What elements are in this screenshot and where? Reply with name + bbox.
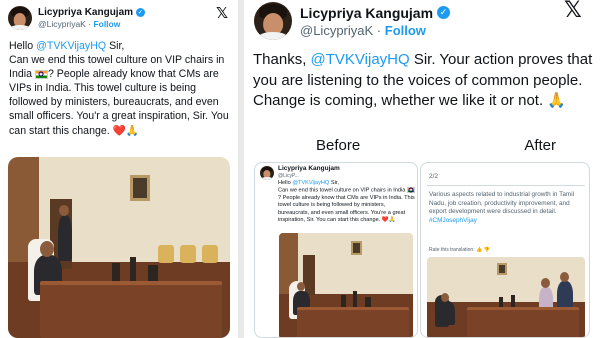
pray-emoji: 🙏 — [547, 92, 567, 109]
sir-text: Sir, — [106, 40, 125, 52]
follow-button[interactable]: Follow — [385, 23, 426, 38]
thread-page-indicator: 2/2 — [429, 173, 439, 180]
hashtag-link: #CMJosephVijay — [429, 216, 477, 224]
after-label: After — [524, 137, 556, 154]
left-tweet-card: Licypriya Kangujam ✓ @LicypriyaK · Follo… — [0, 0, 238, 338]
embed-emoji: ❤️🙏 — [381, 216, 396, 223]
right-tweet-card: Licypriya Kangujam ✓ @LicypriyaK · Follo… — [244, 0, 600, 338]
left-tweet-header: Licypriya Kangujam ✓ @LicypriyaK · Follo… — [8, 6, 146, 30]
embed-before-photo — [279, 233, 413, 337]
embed-avatar — [260, 166, 274, 180]
embed-sir: Sir, — [329, 180, 339, 186]
embed-after-photo — [427, 257, 585, 337]
embed-body-1: Can we end this towel culture on VIP cha… — [278, 187, 406, 194]
embedded-tweet-after[interactable]: 2/2 Various aspects related to industria… — [420, 162, 590, 338]
right-tweet-header: Licypriya Kangujam ✓ @LicypriyaK · Follo… — [254, 2, 451, 40]
embed-mention: @TVKVijayHQ — [292, 180, 330, 186]
left-tweet-body: Hello @TVKVijayHQ Sir, Can we end this t… — [9, 39, 235, 138]
india-flag-icon — [406, 187, 415, 194]
before-label: Before — [316, 137, 361, 154]
greeting-text: Hello — [9, 40, 37, 52]
separator-dot: · — [88, 19, 92, 29]
rate-translation: Rate this translation: 👍 👎 — [429, 247, 490, 253]
thanks-text: Thanks, — [253, 51, 311, 68]
embedded-tweet-before[interactable]: Licypriya Kangujam @LicyP... Hello @TVKV… — [254, 162, 418, 338]
author-avatar[interactable] — [254, 2, 292, 40]
embed-author-name: Licypriya Kangujam — [278, 165, 340, 172]
mention-link[interactable]: @TVKVijayHQ — [311, 51, 410, 68]
embed-handle: @LicyP... — [278, 173, 299, 179]
translated-text: Various aspects related to industrial gr… — [429, 191, 575, 216]
separator-dot: · — [376, 22, 382, 38]
verified-badge-icon: ✓ — [437, 6, 451, 19]
right-tweet-body: Thanks, @TVKVijayHQ Sir. Your action pro… — [253, 50, 597, 112]
follow-button[interactable]: Follow — [93, 19, 120, 29]
rate-translation-label: Rate this translation: — [429, 247, 475, 253]
verified-badge-icon: ✓ — [136, 8, 146, 17]
mention-link[interactable]: @TVKVijayHQ — [36, 40, 106, 52]
author-handle[interactable]: @LicypriyaK — [300, 23, 373, 38]
heart-pray-emoji: ❤️🙏 — [112, 124, 140, 137]
x-logo-icon[interactable]: 𝕏 — [564, 0, 582, 23]
author-avatar[interactable] — [8, 6, 32, 30]
embed-divider — [427, 185, 585, 186]
office-before-photo[interactable] — [8, 157, 230, 338]
thumbs-up-icon: 👍 — [475, 247, 483, 253]
india-flag-icon — [34, 69, 48, 79]
embed-after-body: Various aspects related to industrial gr… — [429, 191, 585, 225]
author-name[interactable]: Licypriya Kangujam — [300, 5, 433, 21]
embed-body: Hello @TVKVijayHQ Sir, Can we end this t… — [278, 180, 415, 224]
embed-greeting: Hello — [278, 180, 293, 186]
comparison-labels: Before After — [316, 137, 556, 154]
author-handle[interactable]: @LicypriyaK — [38, 19, 86, 29]
x-logo-icon[interactable]: 𝕏 — [216, 4, 228, 22]
author-name[interactable]: Licypriya Kangujam — [38, 7, 133, 18]
thumbs-down-icon: 👎 — [483, 247, 490, 253]
